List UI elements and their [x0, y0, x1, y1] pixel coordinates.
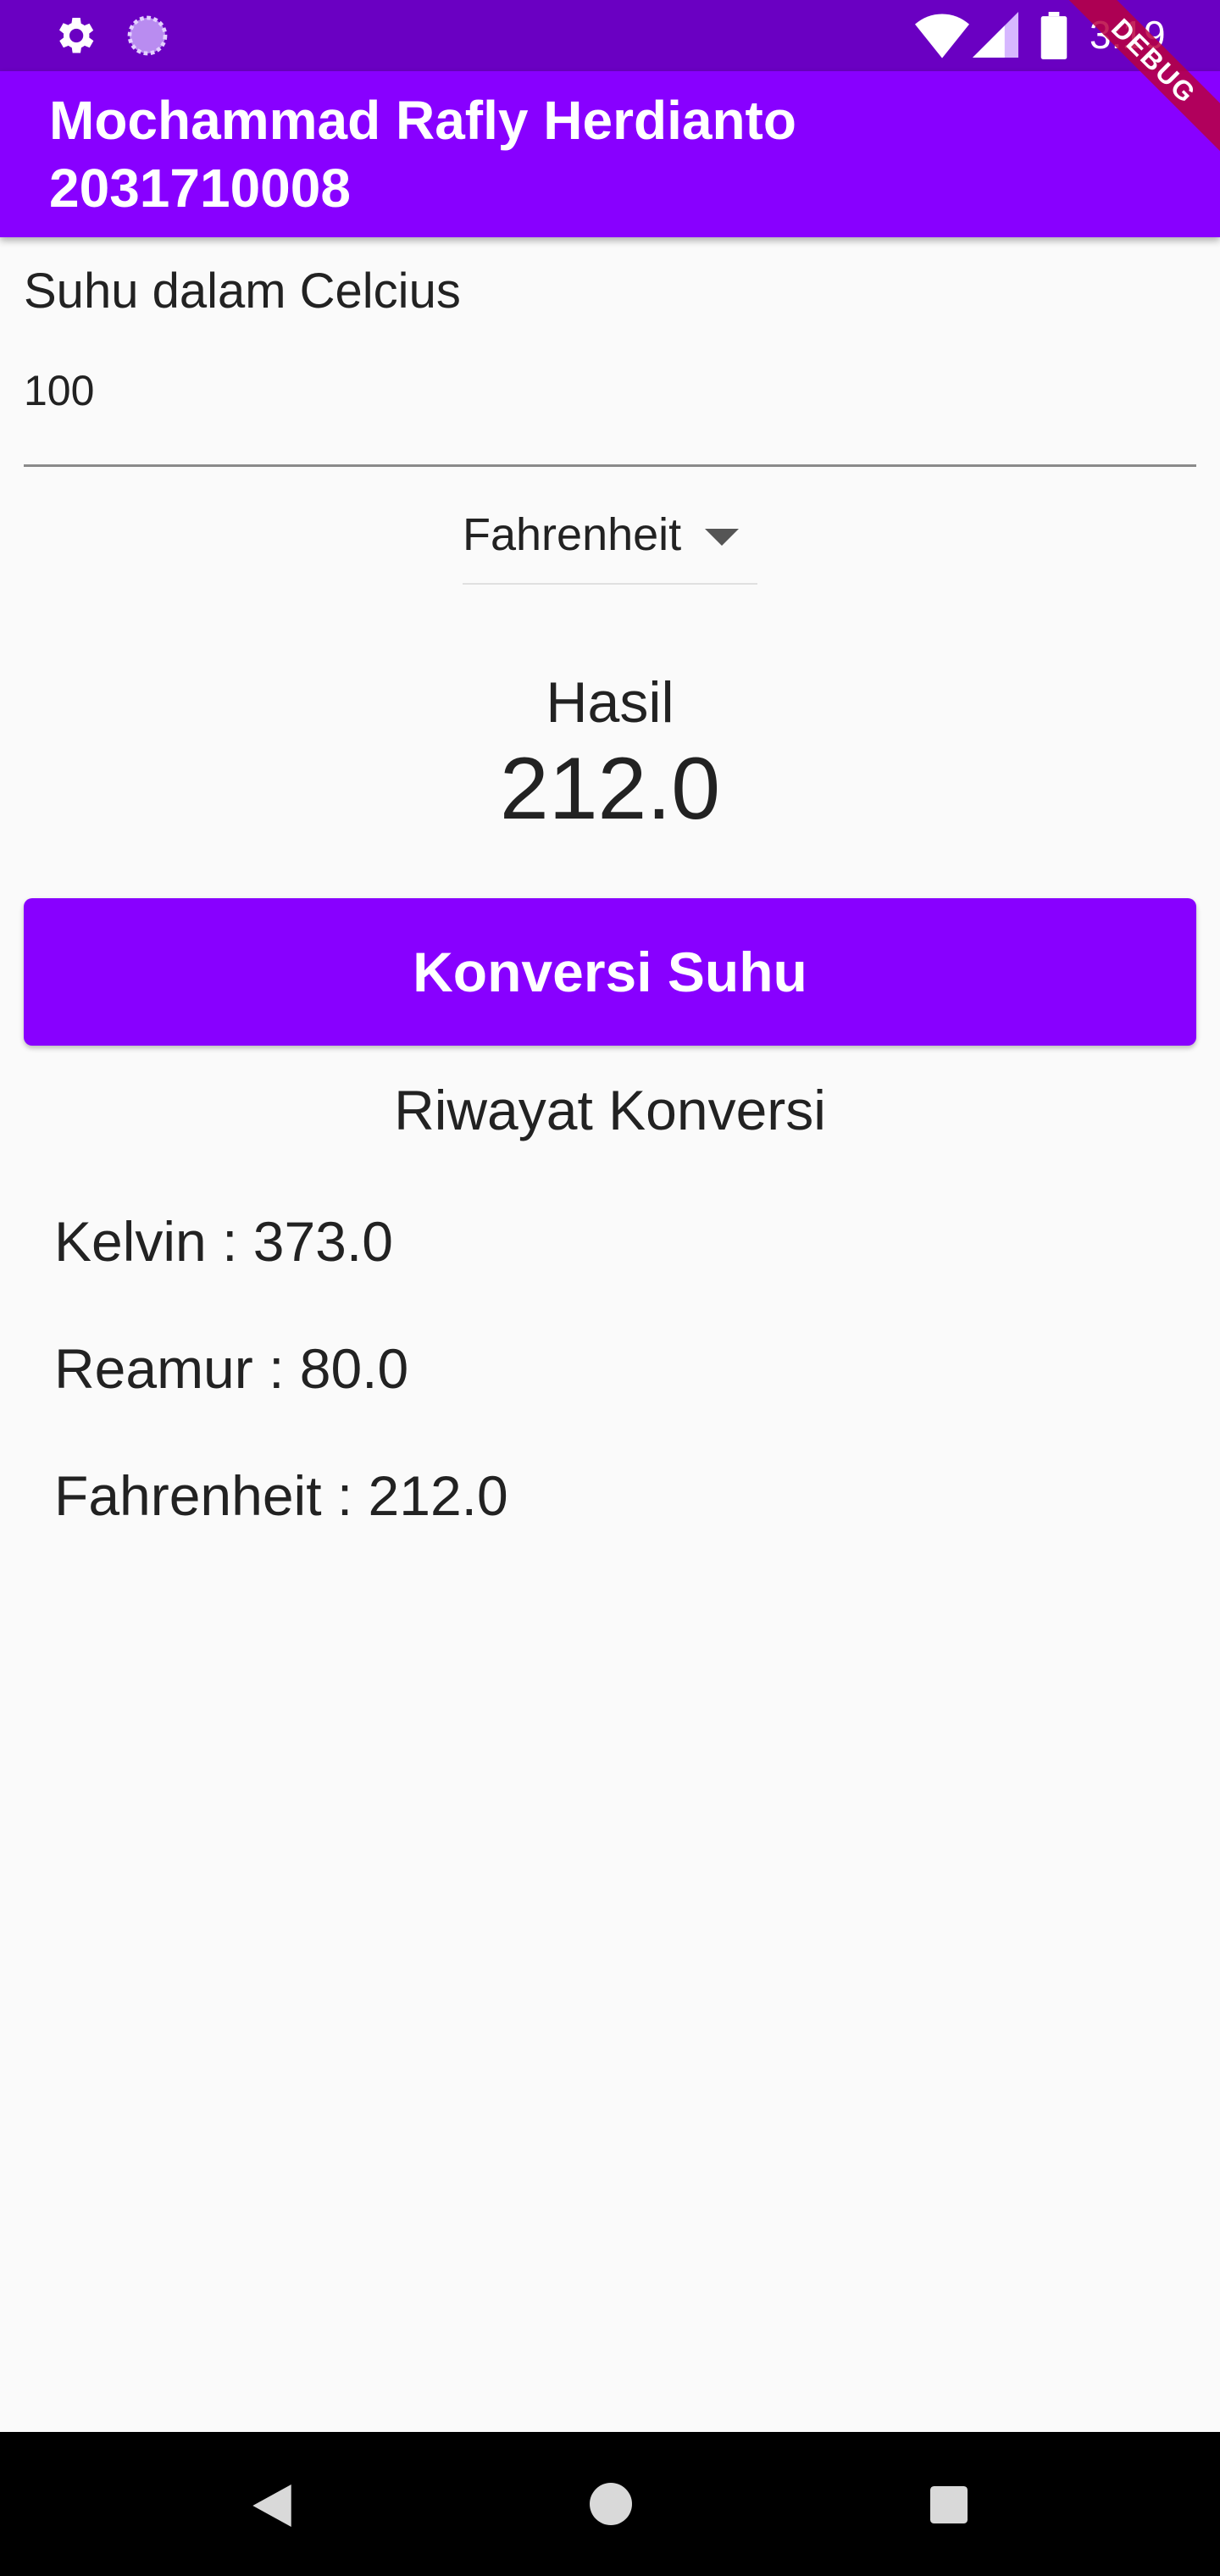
status-bar: 3:19	[0, 0, 1220, 71]
home-icon	[590, 2483, 632, 2529]
dropdown-arrow-icon	[705, 529, 739, 546]
input-underline	[24, 464, 1196, 467]
unit-dropdown[interactable]: Fahrenheit	[463, 505, 757, 585]
signal-icon	[973, 12, 1018, 62]
celsius-field-label: Suhu dalam Celcius	[24, 264, 461, 319]
history-list: Kelvin : 373.0 Reamur : 80.0 Fahrenheit …	[54, 1203, 508, 1585]
history-item: Reamur : 80.0	[54, 1337, 409, 1400]
recents-button[interactable]	[879, 2432, 1015, 2576]
navigation-bar	[0, 2432, 1220, 2576]
home-button[interactable]	[542, 2432, 678, 2576]
battery-icon	[1040, 12, 1068, 64]
history-item: Fahrenheit : 212.0	[54, 1464, 508, 1527]
unit-dropdown-value: Fahrenheit	[463, 509, 682, 560]
app-bar-title-name: Mochammad Rafly Herdianto	[49, 90, 796, 151]
recents-icon	[930, 2486, 968, 2528]
app-bar-title-nim: 2031710008	[49, 158, 351, 219]
history-title: Riwayat Konversi	[394, 1079, 826, 1141]
back-button[interactable]	[207, 2432, 342, 2576]
back-icon	[252, 2484, 291, 2531]
result-value: 212.0	[499, 740, 721, 838]
status-time: 3:19	[1090, 13, 1166, 57]
convert-button[interactable]: Konversi Suhu	[24, 898, 1196, 1046]
app-bar: Mochammad Rafly Herdianto 2031710008	[0, 71, 1220, 237]
result-label: Hasil	[546, 670, 674, 735]
history-item: Kelvin : 373.0	[54, 1210, 393, 1273]
gear-icon	[51, 12, 98, 64]
app-bar-title: Mochammad Rafly Herdianto 2031710008	[49, 86, 796, 222]
celsius-input[interactable]	[24, 366, 1193, 415]
loading-circle-icon	[124, 12, 171, 64]
wifi-icon	[915, 10, 969, 65]
